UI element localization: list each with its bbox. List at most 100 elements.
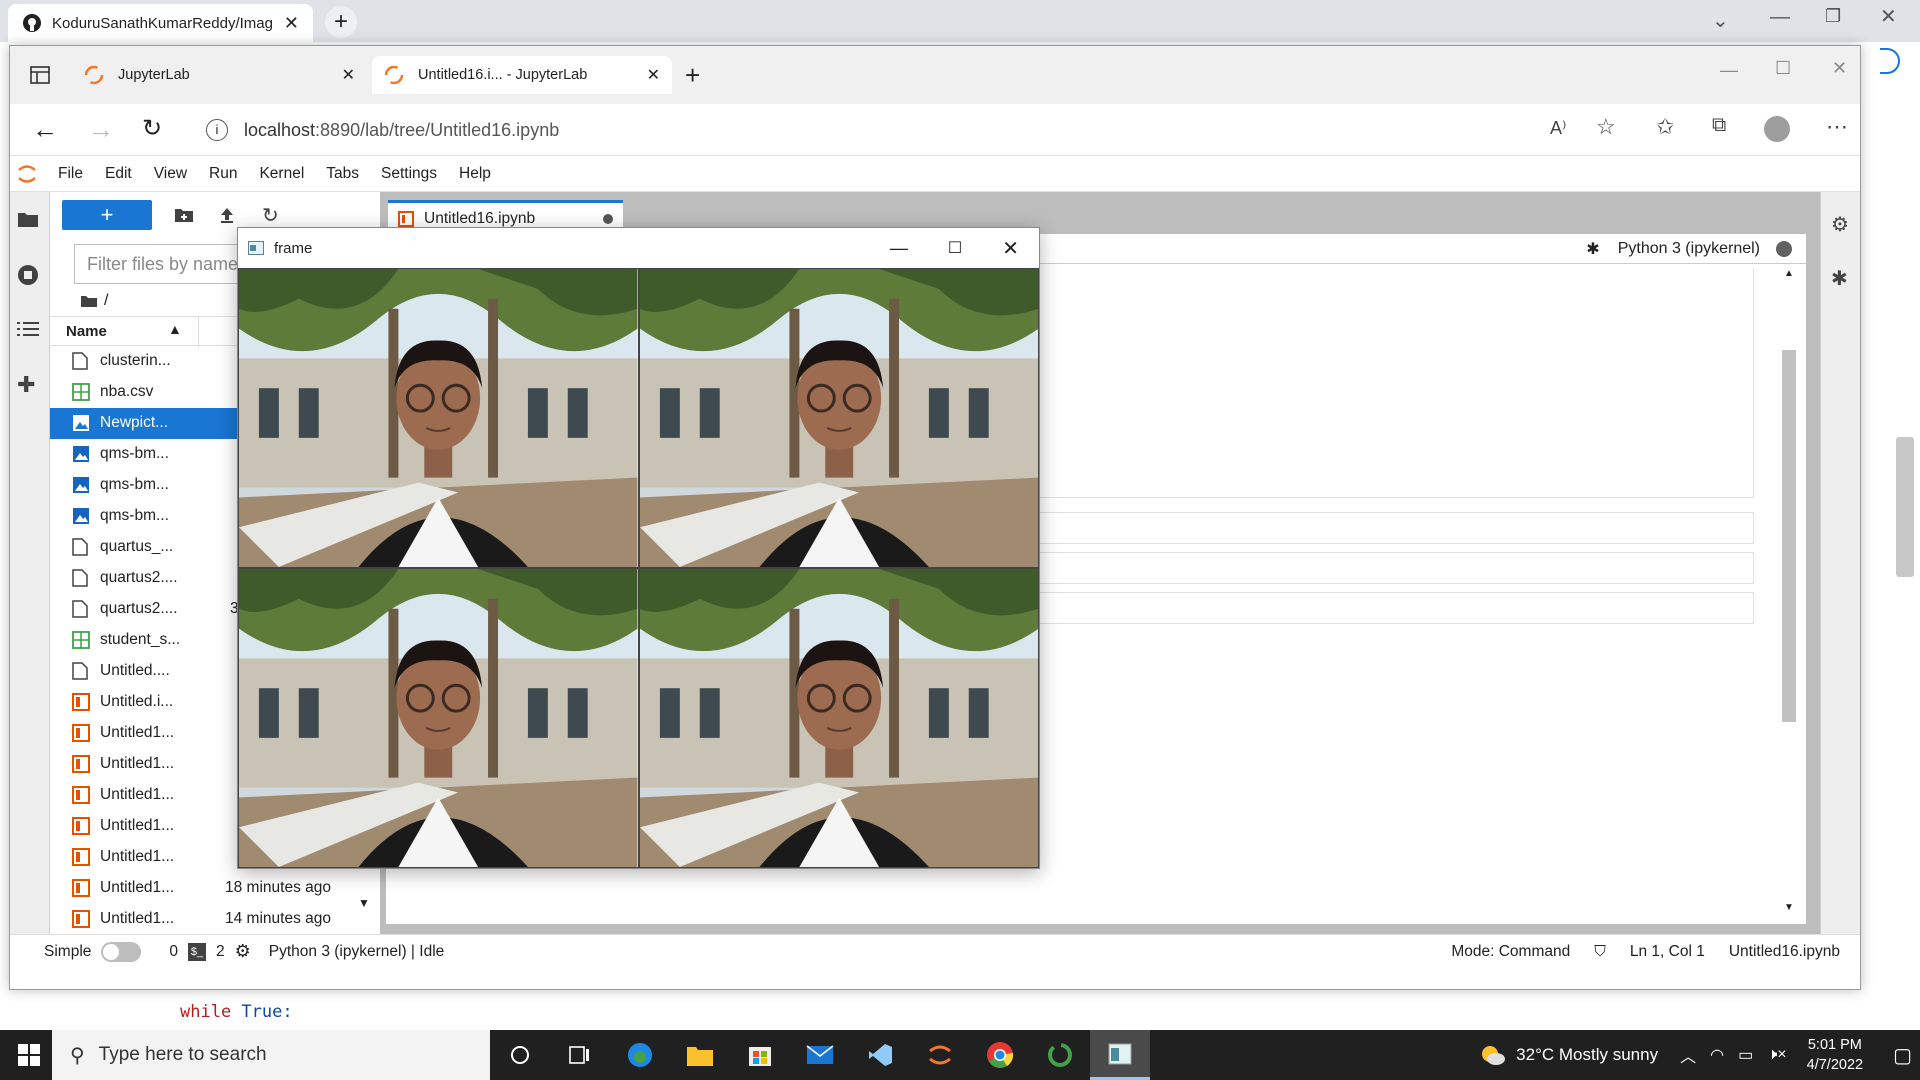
close-tab-icon[interactable]: ✕ — [647, 65, 660, 85]
maximize-icon[interactable]: ☐ — [1775, 58, 1791, 79]
cortana-icon[interactable] — [490, 1030, 550, 1080]
tray-chevron-icon[interactable]: ︿ — [1680, 1043, 1696, 1067]
toc-icon[interactable] — [17, 320, 39, 338]
notifications-icon[interactable]: ▢ — [1893, 1043, 1912, 1068]
scroll-down-icon[interactable]: ▼ — [358, 896, 370, 910]
menu-view[interactable]: View — [154, 165, 187, 183]
store-icon[interactable] — [730, 1030, 790, 1080]
menu-settings[interactable]: Settings — [381, 165, 437, 183]
site-info-icon[interactable]: i — [206, 119, 228, 141]
new-tab-button[interactable]: + — [325, 6, 357, 38]
vscode-icon[interactable] — [850, 1030, 910, 1080]
kernel-indicator[interactable]: ✱ Python 3 (ipykernel) — [1586, 239, 1760, 259]
file-file-icon — [72, 662, 90, 680]
wifi-icon[interactable]: ◠ — [1710, 1045, 1724, 1065]
mail-icon[interactable] — [790, 1030, 850, 1080]
running-icon[interactable] — [17, 264, 39, 286]
menu-file[interactable]: File — [58, 165, 83, 183]
more-icon[interactable]: ⋯ — [1826, 114, 1848, 140]
minimize-icon[interactable]: — — [890, 238, 908, 259]
back-icon[interactable]: ← — [32, 114, 58, 145]
simple-mode-toggle[interactable] — [101, 941, 142, 962]
breadcrumb[interactable]: / — [80, 292, 108, 310]
tab-actions-icon[interactable] — [30, 66, 50, 84]
minimize-icon[interactable]: — — [1720, 60, 1738, 81]
menu-run[interactable]: Run — [209, 165, 237, 183]
name-column-header[interactable]: Name — [66, 323, 107, 340]
restore-icon[interactable]: ❐ — [1825, 6, 1841, 27]
new-folder-icon[interactable] — [174, 207, 194, 223]
weather-text[interactable]: 32°C Mostly sunny — [1516, 1045, 1658, 1065]
close-tab-icon[interactable]: ✕ — [342, 65, 355, 85]
outer-scrollbar[interactable] — [1896, 437, 1914, 577]
file-explorer-icon[interactable] — [670, 1030, 730, 1080]
notebook-icon — [398, 210, 414, 227]
weather-icon[interactable] — [1480, 1044, 1506, 1066]
debugger-icon[interactable]: ✱ — [1831, 266, 1848, 291]
notebook-scrollbar[interactable]: ▲ ▼ — [1778, 266, 1800, 916]
refresh-icon[interactable]: ↻ — [262, 203, 279, 228]
close-window-icon[interactable]: ✕ — [1832, 58, 1847, 79]
upload-icon[interactable] — [218, 206, 236, 224]
battery-icon[interactable]: ▭ — [1738, 1045, 1753, 1065]
background-code-line: while True: — [180, 1002, 293, 1022]
maximize-icon[interactable]: ☐ — [948, 238, 962, 258]
add-favorite-icon[interactable]: ☆ — [1596, 114, 1616, 140]
menu-edit[interactable]: Edit — [105, 165, 132, 183]
new-launcher-button[interactable]: + — [62, 200, 152, 230]
close-icon[interactable]: ✕ — [284, 13, 299, 34]
minimize-icon[interactable]: — — [1770, 6, 1790, 29]
scrollbar-thumb[interactable] — [1782, 350, 1796, 722]
unsaved-dot-icon[interactable] — [603, 213, 613, 224]
favorites-icon[interactable]: ✩ — [1656, 114, 1674, 140]
file-name: Untitled1... — [100, 910, 175, 927]
folder-icon[interactable] — [17, 210, 39, 228]
file-row[interactable]: Untitled1... 14 minutes ago — [50, 904, 380, 935]
terminal-count[interactable]: 0 — [169, 943, 178, 961]
csv-file-icon — [72, 383, 90, 401]
tab-untitled16[interactable]: Untitled16.i... - JupyterLab ✕ — [372, 56, 672, 94]
volume-muted-icon[interactable]: 🕨× — [1767, 1046, 1786, 1064]
clock[interactable]: 5:01 PM 4/7/2022 — [1807, 1035, 1863, 1075]
kernel-count[interactable]: 2 — [216, 943, 225, 961]
profile-avatar[interactable] — [1764, 116, 1790, 142]
task-view-icon[interactable] — [550, 1030, 610, 1080]
status-left: Simple 0 $_ 2 ⚙ Python 3 (ipykernel) | I… — [44, 941, 444, 962]
menu-help[interactable]: Help — [459, 165, 491, 183]
read-aloud-icon[interactable]: A⁾ — [1550, 118, 1566, 139]
kernel-status-text[interactable]: Python 3 (ipykernel) | Idle — [269, 943, 444, 961]
new-tab-button[interactable]: + — [685, 60, 700, 91]
loading-app-icon[interactable] — [1030, 1030, 1090, 1080]
tab-list-chevron-icon[interactable]: ⌄ — [1712, 8, 1729, 33]
jupyter-taskbar-icon[interactable] — [910, 1030, 970, 1080]
kernel-status-icon — [1776, 241, 1792, 257]
notebook-file-icon — [72, 693, 90, 711]
breadcrumb-root: / — [104, 292, 109, 309]
trusted-shield-icon[interactable]: ⛉ — [1594, 943, 1606, 961]
reload-icon[interactable]: ↻ — [142, 114, 162, 143]
file-name: Untitled1... — [100, 786, 175, 803]
url-field[interactable]: localhost:8890/lab/tree/Untitled16.ipynb — [244, 120, 559, 141]
file-row[interactable]: Untitled1... 18 minutes ago — [50, 873, 380, 904]
menu-tabs[interactable]: Tabs — [326, 165, 359, 183]
chrome-icon[interactable] — [970, 1030, 1030, 1080]
property-inspector-icon[interactable]: ⚙ — [1831, 212, 1849, 237]
menu-kernel[interactable]: Kernel — [259, 165, 304, 183]
scroll-down-icon[interactable]: ▼ — [1784, 902, 1794, 913]
outer-tab-github[interactable]: KoduruSanathKumarReddy/Imag ✕ — [8, 4, 313, 42]
frame-window-taskbar-icon[interactable] — [1090, 1030, 1150, 1080]
windows-start-icon[interactable] — [18, 1044, 40, 1066]
taskbar-search[interactable]: ⚲ Type here to search — [52, 1030, 490, 1080]
edge-icon[interactable] — [610, 1030, 670, 1080]
close-icon[interactable]: ✕ — [1002, 236, 1019, 261]
close-window-icon[interactable]: ✕ — [1880, 4, 1897, 29]
forward-icon[interactable]: → — [88, 114, 114, 145]
extension-icon[interactable]: ✚ — [17, 372, 35, 398]
image-file-icon — [72, 507, 90, 525]
debugger-icon[interactable]: ✱ — [1586, 239, 1599, 259]
collections-icon[interactable]: ⧉ — [1712, 114, 1726, 137]
scroll-up-icon[interactable]: ▲ — [1784, 268, 1794, 279]
frame-title-bar[interactable]: frame — ☐ ✕ — [238, 228, 1039, 268]
tab-jupyterlab[interactable]: JupyterLab ✕ — [72, 56, 367, 94]
cursor-position[interactable]: Ln 1, Col 1 — [1630, 943, 1705, 961]
